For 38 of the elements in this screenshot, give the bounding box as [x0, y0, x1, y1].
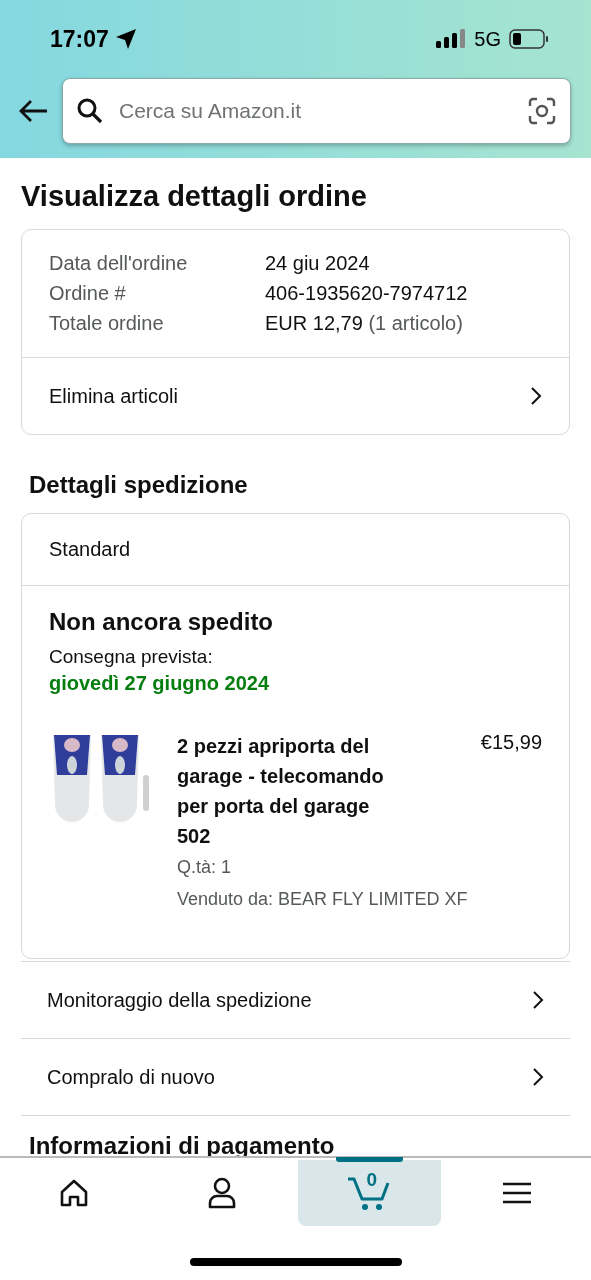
back-arrow-icon[interactable] [18, 99, 48, 123]
summary-value: 406-1935620-7974712 [265, 282, 469, 305]
section-heading: Dettagli spedizione [29, 471, 249, 499]
chevron-right-icon [532, 990, 544, 1010]
cart-count: 0 [366, 1169, 377, 1191]
shipment-status: Non ancora spedito [49, 608, 275, 636]
list-link[interactable]: Monitoraggio della spedizione [21, 961, 570, 1038]
shipping-method: Standard [22, 514, 569, 586]
search-icon [77, 98, 103, 124]
search-bar[interactable]: Cerca su Amazon.it [62, 78, 571, 144]
search-field[interactable]: Cerca su Amazon.it [117, 98, 514, 124]
list-link[interactable]: Compralo di nuovo [21, 1038, 570, 1116]
account-icon [206, 1177, 237, 1209]
summary-label: Ordine # [49, 282, 127, 305]
chevron-right-icon [532, 1067, 544, 1087]
network-label: 5G [474, 27, 501, 51]
chevron-right-icon [530, 386, 542, 406]
section-heading: Informazioni di pagamento [29, 1132, 336, 1160]
summary-label: Data dell'ordine [49, 252, 189, 275]
summary-label: Totale ordine [49, 312, 165, 335]
product-price: €15,99 [480, 731, 542, 755]
camera-scan-icon[interactable] [528, 97, 556, 125]
signal-icon [436, 29, 467, 49]
home-icon [58, 1179, 89, 1207]
page-title: Visualizza dettagli ordine [21, 180, 368, 213]
nav-tab[interactable]: 0 [297, 1160, 442, 1226]
product-quantity: Q.tà: 1 [177, 857, 233, 878]
delivery-label: Consegna prevista: [49, 646, 214, 668]
status-time: 17:07 [50, 25, 109, 53]
seller-info: Venduto da: BEAR FLY LIMITED XF [177, 889, 469, 910]
delete-items-link[interactable]: Elimina articoli [22, 358, 569, 434]
delivery-date: giovedì 27 giugno 2024 [49, 672, 271, 695]
battery-icon [509, 29, 549, 49]
menu-icon [503, 1182, 532, 1204]
summary-value: 24 giu 2024 [265, 252, 371, 275]
product-title[interactable]: 2 pezzi apriporta del garage - telecomando per porta del garage 502 [177, 731, 402, 851]
summary-value: EUR 12,79 (1 articolo) [265, 312, 464, 335]
location-arrow-icon [114, 28, 137, 50]
